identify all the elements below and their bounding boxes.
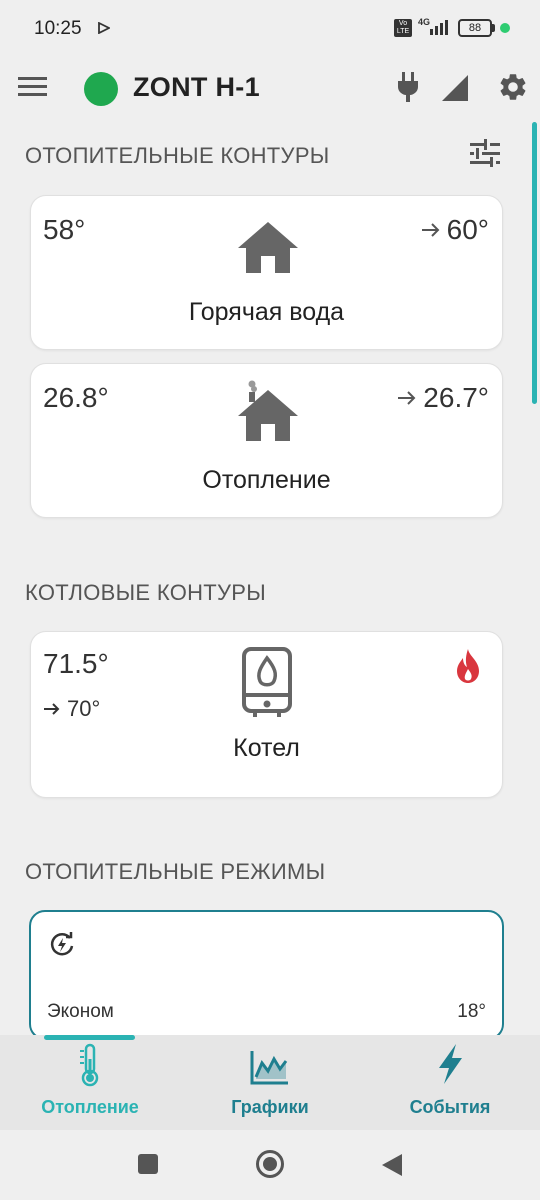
- target-temperature-value: 26.7°: [423, 382, 489, 413]
- system-navigation-bar: [0, 1130, 540, 1200]
- flame-icon: [457, 649, 479, 683]
- target-temperature: 26.7°: [397, 382, 489, 414]
- device-status-indicator: [84, 72, 118, 106]
- home-button[interactable]: [255, 1149, 285, 1179]
- section-title-heating-modes: ОТОПИТЕЛЬНЫЕ РЕЖИМЫ: [25, 859, 326, 884]
- arrow-right-icon: [44, 703, 60, 715]
- boiler-icon: [242, 647, 292, 717]
- scrollbar[interactable]: [532, 122, 537, 404]
- target-temperature: 60°: [421, 214, 489, 246]
- circuit-name: Горячая вода: [188, 298, 345, 326]
- bottom-navigation: Отопление Графики События: [0, 1035, 540, 1130]
- current-temperature: 58°: [43, 214, 86, 245]
- circuit-card-heating[interactable]: 26.8° 26.7° Отопление: [30, 363, 503, 518]
- play-store-icon: [98, 22, 110, 34]
- battery-tip: [492, 24, 495, 32]
- boiler-card[interactable]: 71.5° 70° Котел: [30, 631, 503, 798]
- tune-icon[interactable]: [470, 139, 500, 167]
- mode-name: Эконом: [47, 1001, 114, 1022]
- house-icon: [238, 222, 298, 273]
- nav-tab-heating[interactable]: Отопление: [10, 1043, 170, 1128]
- status-time: 10:25: [34, 18, 82, 39]
- circuit-name: Отопление: [202, 466, 331, 494]
- lightning-icon: [439, 1044, 462, 1084]
- target-temperature-value: 60°: [446, 214, 489, 245]
- nav-tab-charts[interactable]: Графики: [190, 1043, 350, 1128]
- section-title-heating-circuits: ОТОПИТЕЛЬНЫЕ КОНТУРЫ: [25, 143, 330, 168]
- circuit-card-hot-water[interactable]: 58° 60° Горячая вода: [30, 195, 503, 350]
- boiler-name: Котел: [233, 734, 300, 762]
- house-chimney-icon: [238, 380, 298, 441]
- battery-icon: 88: [458, 19, 492, 37]
- notification-dot: [500, 23, 510, 33]
- arrow-right-icon: [398, 391, 416, 405]
- back-button[interactable]: [380, 1152, 404, 1178]
- app-bar: ZONT H-1: [0, 56, 540, 120]
- mode-card-economy[interactable]: Эконом 18°: [29, 910, 504, 1040]
- current-temperature: 26.8°: [43, 382, 109, 413]
- nav-label-events: События: [409, 1097, 491, 1117]
- chart-icon: [250, 1051, 288, 1085]
- power-plug-icon[interactable]: [397, 72, 419, 102]
- boiler-current-temperature: 71.5°: [43, 648, 109, 679]
- boiler-target-temperature: 70°: [43, 696, 100, 722]
- device-title: ZONT H-1: [133, 72, 260, 102]
- recent-apps-button[interactable]: [137, 1153, 159, 1175]
- nav-label-heating: Отопление: [41, 1097, 139, 1117]
- section-title-boiler-circuits: КОТЛОВЫЕ КОНТУРЫ: [25, 580, 267, 605]
- gear-icon[interactable]: [497, 71, 529, 103]
- boiler-target-value: 70°: [67, 696, 101, 721]
- thermometer-icon: [80, 1043, 99, 1087]
- nav-label-charts: Графики: [231, 1097, 309, 1117]
- eco-mode-icon: [50, 932, 74, 956]
- mode-temperature: 18°: [457, 1001, 486, 1022]
- volte-icon: Vo LTE: [394, 19, 412, 37]
- nav-tab-events[interactable]: События: [370, 1043, 530, 1128]
- status-bar: 10:25 Vo LTE 4G 88: [0, 0, 540, 56]
- arrow-right-icon: [421, 223, 440, 237]
- signal-strength-icon[interactable]: [441, 74, 469, 102]
- cell-signal-icon: [430, 20, 448, 35]
- menu-icon[interactable]: [18, 76, 48, 98]
- active-tab-indicator: [44, 1035, 135, 1040]
